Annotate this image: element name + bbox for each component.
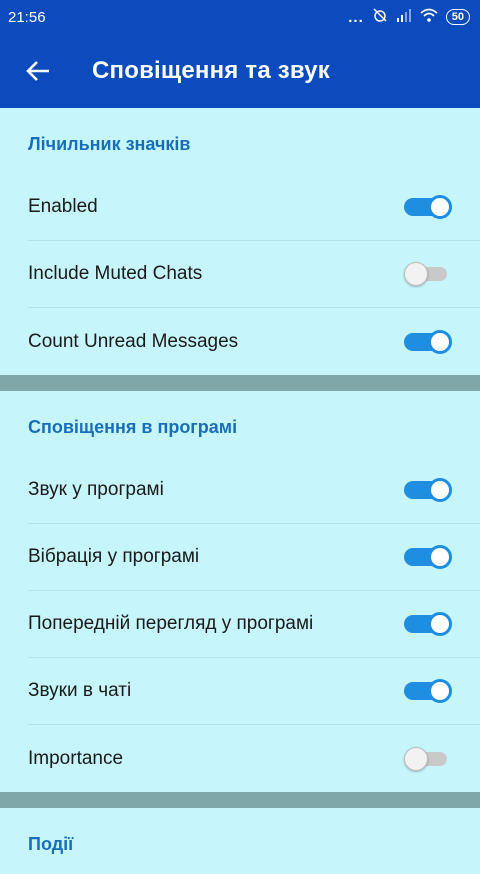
- toggle-switch[interactable]: [404, 545, 452, 569]
- setting-row-in-app-vibrate[interactable]: Вібрація у програмі: [28, 524, 480, 591]
- setting-label: Попередній перегляд у програмі: [28, 613, 314, 634]
- toggle-switch[interactable]: [404, 478, 452, 502]
- section-title: Події: [28, 834, 74, 854]
- setting-label: Importance: [28, 747, 124, 769]
- status-bar: 21:56 ... 50: [0, 0, 480, 34]
- alarm-off-icon: [372, 7, 388, 27]
- setting-row-enabled[interactable]: Enabled: [28, 174, 480, 241]
- setting-label: Вібрація у програмі: [28, 546, 200, 567]
- signal-icon: [396, 8, 412, 26]
- app-bar: Сповіщення та звук: [0, 34, 480, 108]
- status-icons: ... 50: [348, 7, 470, 27]
- page-title: Сповіщення та звук: [92, 57, 330, 84]
- more-dots: ...: [348, 8, 364, 26]
- setting-label: Include Muted Chats: [28, 263, 203, 284]
- section-badge-counter: Лічильник значків Enabled Include Muted …: [0, 108, 480, 375]
- section-in-app-notifications: Сповіщення в програмі Звук у програмі Ві…: [0, 391, 480, 792]
- arrow-left-icon: [26, 61, 49, 81]
- status-time: 21:56: [8, 8, 46, 26]
- battery-indicator: 50: [445, 9, 470, 25]
- toggle-switch[interactable]: [404, 679, 452, 703]
- toggle-switch[interactable]: [404, 329, 452, 354]
- setting-row-count-unread[interactable]: Count Unread Messages: [28, 308, 480, 375]
- toggle-switch[interactable]: [404, 612, 452, 636]
- section-divider: [0, 375, 480, 391]
- setting-row-importance[interactable]: Importance: [28, 725, 480, 792]
- toggle-switch[interactable]: [404, 262, 450, 286]
- section-divider: [0, 792, 480, 808]
- setting-label: Enabled: [28, 196, 98, 217]
- section-events: Події: [0, 808, 480, 874]
- setting-row-in-app-preview[interactable]: Попередній перегляд у програмі: [28, 591, 480, 658]
- wifi-icon: [420, 8, 438, 26]
- section-title: Лічильник значків: [28, 134, 191, 154]
- setting-row-include-muted[interactable]: Include Muted Chats: [28, 241, 480, 308]
- setting-row-chat-sounds[interactable]: Звуки в чаті: [28, 658, 480, 725]
- back-button[interactable]: [22, 55, 54, 87]
- toggle-switch[interactable]: [404, 195, 452, 219]
- section-title: Сповіщення в програмі: [28, 417, 238, 437]
- setting-label: Звуки в чаті: [28, 680, 132, 701]
- setting-row-in-app-sound[interactable]: Звук у програмі: [28, 457, 480, 524]
- setting-label: Звук у програмі: [28, 479, 164, 500]
- toggle-switch[interactable]: [404, 746, 450, 771]
- setting-label: Count Unread Messages: [28, 330, 239, 352]
